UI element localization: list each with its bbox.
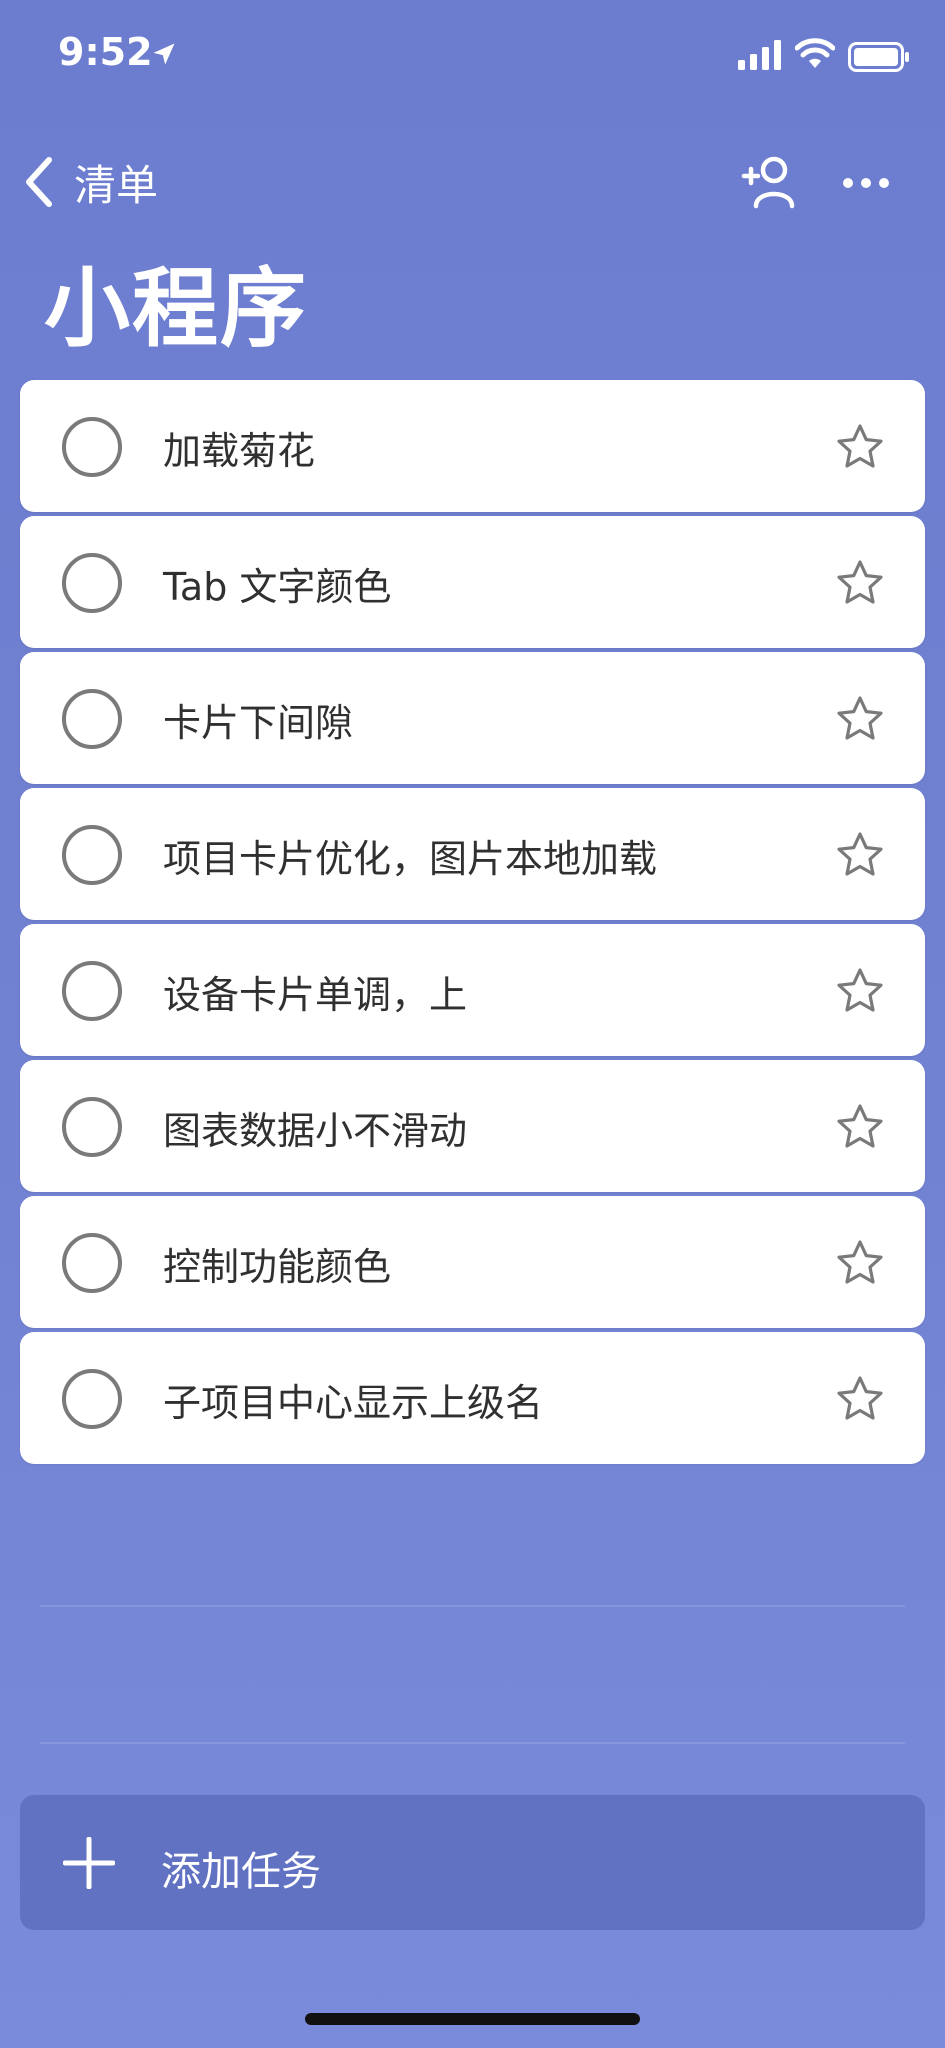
task-title: 加载菊花 [163, 429, 316, 473]
task-title: 图表数据小不滑动 [163, 1109, 468, 1153]
nav-bar: 清单 [0, 140, 945, 220]
status-bar: 9:52 [0, 0, 945, 110]
task-title: 卡片下间隙 [163, 701, 354, 745]
task-item[interactable]: 图表数据小不滑动 [20, 1060, 925, 1192]
task-item[interactable]: 项目卡片优化，图片本地加载 [20, 788, 925, 920]
star-icon[interactable] [835, 422, 885, 472]
task-checkbox[interactable] [62, 1097, 122, 1157]
task-item[interactable]: 加载菊花 [20, 380, 925, 512]
task-title: 设备卡片单调，上 [163, 973, 468, 1017]
home-indicator[interactable] [305, 2013, 640, 2025]
divider [40, 1605, 905, 1607]
task-checkbox[interactable] [62, 1233, 122, 1293]
task-item[interactable]: 子项目中心显示上级名 [20, 1332, 925, 1464]
task-list: 加载菊花 Tab 文字颜色 卡片下间隙 项目卡片优化，图片本地加载 设备卡片单调… [20, 380, 925, 1468]
task-title: 控制功能颜色 [163, 1245, 392, 1289]
add-person-icon[interactable] [740, 152, 800, 212]
star-icon[interactable] [835, 1102, 885, 1152]
task-checkbox[interactable] [62, 417, 122, 477]
task-checkbox[interactable] [62, 825, 122, 885]
status-time: 9:52 [58, 30, 153, 74]
page-title: 小程序 [44, 259, 308, 359]
back-label: 清单 [74, 160, 159, 210]
task-title: 子项目中心显示上级名 [163, 1381, 544, 1425]
more-icon[interactable] [838, 158, 898, 208]
star-icon[interactable] [835, 830, 885, 880]
plus-icon [63, 1837, 115, 1889]
signal-icon [738, 40, 781, 70]
task-checkbox[interactable] [62, 689, 122, 749]
back-button[interactable]: 清单 [22, 152, 158, 212]
task-checkbox[interactable] [62, 1369, 122, 1429]
task-title: Tab 文字颜色 [163, 565, 392, 609]
location-arrow-icon [153, 43, 175, 65]
task-checkbox[interactable] [62, 553, 122, 613]
star-icon[interactable] [835, 966, 885, 1016]
chevron-left-icon [26, 157, 52, 207]
divider [40, 1742, 905, 1744]
task-item[interactable]: 设备卡片单调，上 [20, 924, 925, 1056]
star-icon[interactable] [835, 694, 885, 744]
add-task-button[interactable]: 添加任务 [20, 1795, 925, 1930]
task-item[interactable]: 卡片下间隙 [20, 652, 925, 784]
star-icon[interactable] [835, 1238, 885, 1288]
star-icon[interactable] [835, 1374, 885, 1424]
task-title: 项目卡片优化，图片本地加载 [163, 837, 658, 881]
task-checkbox[interactable] [62, 961, 122, 1021]
task-item[interactable]: 控制功能颜色 [20, 1196, 925, 1328]
star-icon[interactable] [835, 558, 885, 608]
wifi-icon [795, 38, 835, 68]
battery-icon [848, 42, 909, 72]
add-task-label: 添加任务 [161, 1849, 321, 1895]
task-item[interactable]: Tab 文字颜色 [20, 516, 925, 648]
